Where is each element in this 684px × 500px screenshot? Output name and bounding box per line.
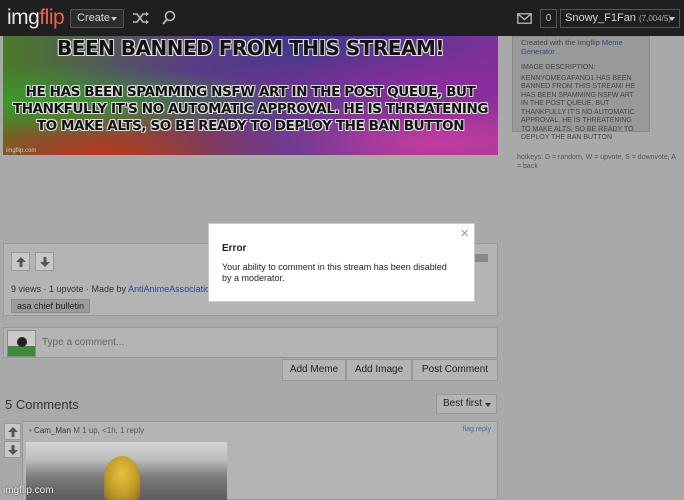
flag-link[interactable]: flag [463, 426, 474, 433]
comment-downvote-button[interactable] [4, 441, 21, 458]
comments-count-heading: 5 Comments [5, 397, 79, 412]
mail-icon[interactable] [517, 13, 532, 24]
sort-label: Best first [443, 398, 482, 409]
user-points: (7,004/5) [639, 14, 672, 23]
logo-text: img [7, 6, 40, 29]
username: Snowy_F1Fan [565, 12, 636, 24]
comment-upvote-button[interactable] [4, 423, 21, 440]
bullet-icon: • [29, 426, 32, 435]
comment-meta: 1 up, <1h, 1 reply [82, 426, 145, 435]
add-image-button[interactable]: Add Image [346, 359, 412, 381]
meme-bottom-text: HE HAS BEEN SPAMMING NSFW ART IN THE POS… [12, 84, 489, 134]
comment-image[interactable] [26, 442, 227, 500]
comment-item: • Cam_Man M 1 up, <1h, 1 reply flag repl… [22, 421, 498, 500]
arrow-down-icon [8, 445, 18, 455]
add-meme-button[interactable]: Add Meme [282, 359, 346, 381]
comment-actions-links: flag reply [463, 426, 491, 433]
chevron-down-icon [485, 403, 491, 407]
error-message: Your ability to comment in this stream h… [222, 262, 447, 283]
tag-chip[interactable]: asa chief bulletin [11, 299, 91, 313]
arrow-up-icon [16, 257, 26, 267]
arrow-up-icon [8, 427, 18, 437]
comment-input[interactable] [38, 330, 493, 354]
avatar-figure [17, 337, 27, 347]
meme-image: BEEN BANNED FROM THIS STREAM! HE HAS BEE… [3, 36, 498, 155]
top-bar: imgflip Create 0 Snowy_F1Fan (7,004/5) [0, 0, 684, 36]
mod-badge: M [73, 426, 80, 435]
close-icon[interactable]: × [460, 226, 469, 241]
meme-top-text: BEEN BANNED FROM THIS STREAM! [57, 36, 444, 60]
notification-count[interactable]: 0 [540, 9, 557, 28]
error-modal: × Error Your ability to comment in this … [208, 223, 475, 302]
author-link[interactable]: AntiAnimeAssociation [128, 284, 215, 294]
error-title: Error [222, 243, 247, 254]
chevron-down-icon [669, 17, 675, 21]
stats-text: 9 views · 1 upvote · Made by [11, 284, 127, 294]
create-dropdown-button[interactable]: Create [70, 9, 124, 28]
post-stats: 9 views · 1 upvote · Made by AntiAnimeAs… [11, 284, 215, 294]
comment-username[interactable]: Cam_Man [34, 426, 71, 435]
imgflip-watermark: imgflip.com [3, 485, 54, 496]
avatar [7, 330, 36, 357]
sort-dropdown[interactable]: Best first [436, 394, 497, 414]
logo-accent-text: flip [39, 6, 65, 29]
comment-form [3, 327, 498, 358]
upvote-button[interactable] [11, 252, 30, 271]
meme-watermark: imgflip.com [6, 148, 37, 154]
hotkeys-hint: hotkeys: D = random, W = upvote, S = dow… [517, 154, 676, 170]
image-description: KENNYOMEGAFANO1 HAS BEEN BANNED FROM THI… [521, 74, 636, 142]
comment-header: • Cam_Man M 1 up, <1h, 1 reply [29, 426, 144, 435]
image-description-title: IMAGE DESCRIPTION: [521, 64, 596, 71]
imgflip-logo[interactable]: imgflip [7, 6, 65, 30]
image-info-panel: Created with the Imgflip Meme Generator … [512, 36, 650, 141]
shuffle-icon[interactable] [132, 11, 150, 25]
made-with-text: Created with the Imgflip Meme Generator [521, 38, 641, 56]
create-label: Create [77, 12, 111, 24]
chevron-down-icon [111, 17, 117, 21]
user-menu-button[interactable]: Snowy_F1Fan (7,004/5) [560, 9, 680, 28]
downvote-button[interactable] [35, 252, 54, 271]
post-comment-button[interactable]: Post Comment [412, 359, 498, 381]
search-icon[interactable] [162, 10, 176, 25]
more-options-icon[interactable] [474, 254, 488, 262]
arrow-down-icon [40, 257, 50, 267]
reply-link[interactable]: reply [476, 426, 491, 433]
comment-image-figure [104, 456, 140, 500]
